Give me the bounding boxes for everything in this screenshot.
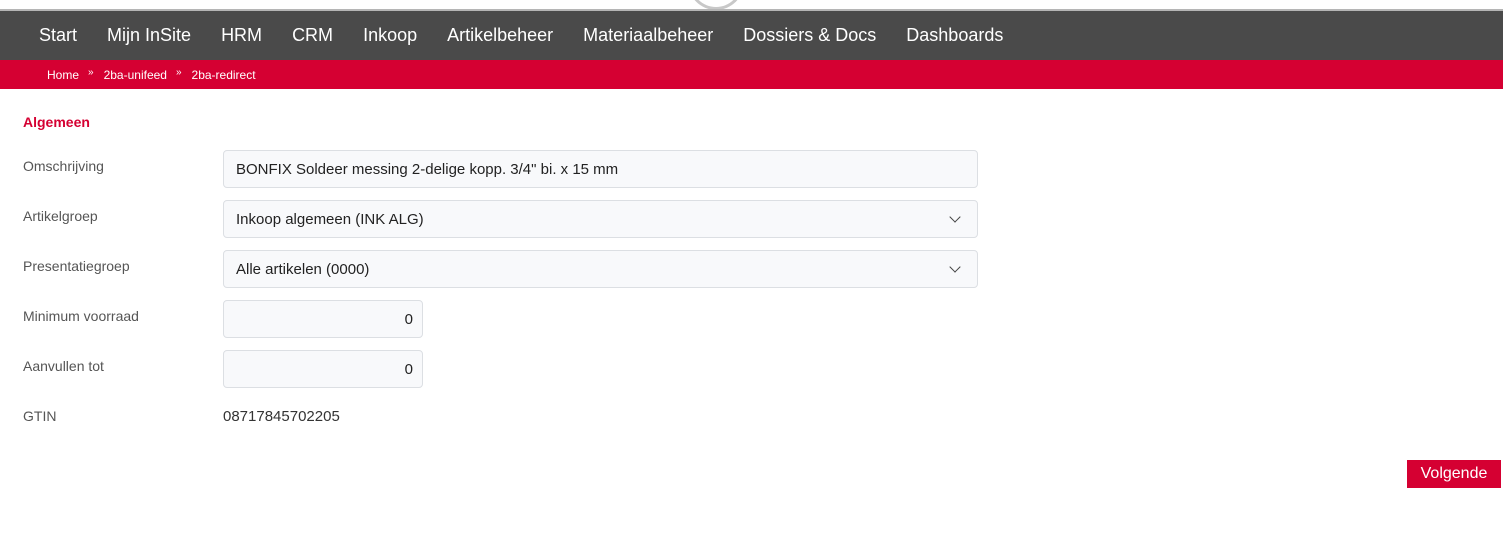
chevron-down-icon xyxy=(949,261,961,273)
nav-item-dashboards[interactable]: Dashboards xyxy=(891,11,1018,60)
aanvullen-tot-label: Aanvullen tot xyxy=(23,358,104,374)
nav-item-dossiers-docs[interactable]: Dossiers & Docs xyxy=(728,11,891,60)
breadcrumb-2ba-unifeed[interactable]: 2ba-unifeed xyxy=(104,68,167,82)
main-navbar: Start Mijn InSite HRM CRM Inkoop Artikel… xyxy=(0,11,1503,60)
artikelgroep-select[interactable]: Inkoop algemeen (INK ALG) xyxy=(223,200,978,238)
omschrijving-value: BONFIX Soldeer messing 2-delige kopp. 3/… xyxy=(236,160,619,178)
nav-item-hrm[interactable]: HRM xyxy=(206,11,277,60)
gtin-label: GTIN xyxy=(23,408,57,424)
gtin-value: 08717845702205 xyxy=(223,408,340,425)
artikelgroep-value: Inkoop algemeen (INK ALG) xyxy=(236,210,424,228)
breadcrumb-2ba-redirect[interactable]: 2ba-redirect xyxy=(192,68,256,82)
omschrijving-label: Omschrijving xyxy=(23,158,104,174)
nav-item-mijn-insite[interactable]: Mijn InSite xyxy=(92,11,206,60)
minimum-voorraad-label: Minimum voorraad xyxy=(23,308,139,324)
next-button[interactable]: Volgende xyxy=(1407,460,1501,488)
presentatiegroep-value: Alle artikelen (0000) xyxy=(236,260,370,278)
top-strip xyxy=(0,0,1503,11)
breadcrumb-separator: » xyxy=(175,67,182,78)
omschrijving-input[interactable]: BONFIX Soldeer messing 2-delige kopp. 3/… xyxy=(223,150,978,188)
breadcrumb: Home » 2ba-unifeed » 2ba-redirect xyxy=(0,60,1503,89)
aanvullen-tot-input[interactable]: 0 xyxy=(223,350,423,388)
aanvullen-tot-value: 0 xyxy=(404,360,413,378)
nav-item-crm[interactable]: CRM xyxy=(277,11,348,60)
nav-item-inkoop[interactable]: Inkoop xyxy=(348,11,432,60)
nav-item-materiaalbeheer[interactable]: Materiaalbeheer xyxy=(568,11,728,60)
nav-item-artikelbeheer[interactable]: Artikelbeheer xyxy=(432,11,568,60)
presentatiegroep-select[interactable]: Alle artikelen (0000) xyxy=(223,250,978,288)
presentatiegroep-label: Presentatiegroep xyxy=(23,258,130,274)
breadcrumb-separator: » xyxy=(88,67,94,78)
chevron-down-icon xyxy=(949,211,961,223)
breadcrumb-home[interactable]: Home xyxy=(47,68,79,82)
section-title-algemeen: Algemeen xyxy=(23,114,90,130)
minimum-voorraad-value: 0 xyxy=(404,310,413,328)
minimum-voorraad-input[interactable]: 0 xyxy=(223,300,423,338)
artikelgroep-label: Artikelgroep xyxy=(23,208,98,224)
nav-item-start[interactable]: Start xyxy=(24,11,92,60)
